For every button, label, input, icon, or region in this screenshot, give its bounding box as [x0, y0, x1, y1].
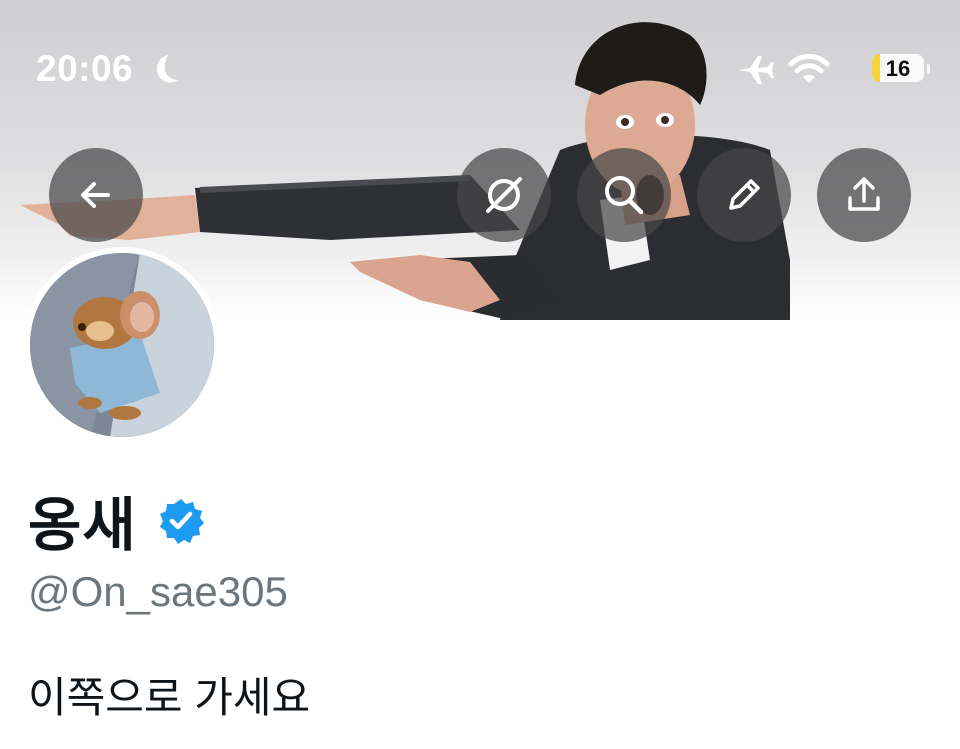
- grok-button[interactable]: [457, 148, 551, 242]
- avatar-image: [30, 253, 214, 437]
- status-bar: 20:06 16: [36, 48, 930, 92]
- edit-pencil-icon: [729, 179, 760, 210]
- edit-button[interactable]: [697, 148, 791, 242]
- search-icon: [605, 176, 644, 215]
- status-time: 20:06: [36, 48, 134, 89]
- profile-name-row: 옹새: [28, 478, 205, 562]
- airplane-icon: [736, 54, 776, 91]
- search-button[interactable]: [577, 148, 671, 242]
- battery-level: 16: [885, 56, 911, 81]
- display-name: 옹새: [28, 493, 137, 558]
- share-button[interactable]: [817, 148, 911, 242]
- back-button[interactable]: [49, 148, 143, 242]
- share-icon: [848, 177, 880, 211]
- profile-handle: @On_sae305: [28, 568, 288, 615]
- profile-bio: 이쪽으로 가세요: [28, 674, 311, 721]
- moon-icon: [150, 52, 180, 91]
- back-arrow-icon: [81, 182, 110, 208]
- battery-icon: 16: [872, 54, 930, 84]
- avatar[interactable]: [24, 247, 220, 443]
- grok-icon: [486, 177, 522, 213]
- wifi-icon: [788, 52, 830, 91]
- verified-badge-icon[interactable]: [157, 497, 205, 550]
